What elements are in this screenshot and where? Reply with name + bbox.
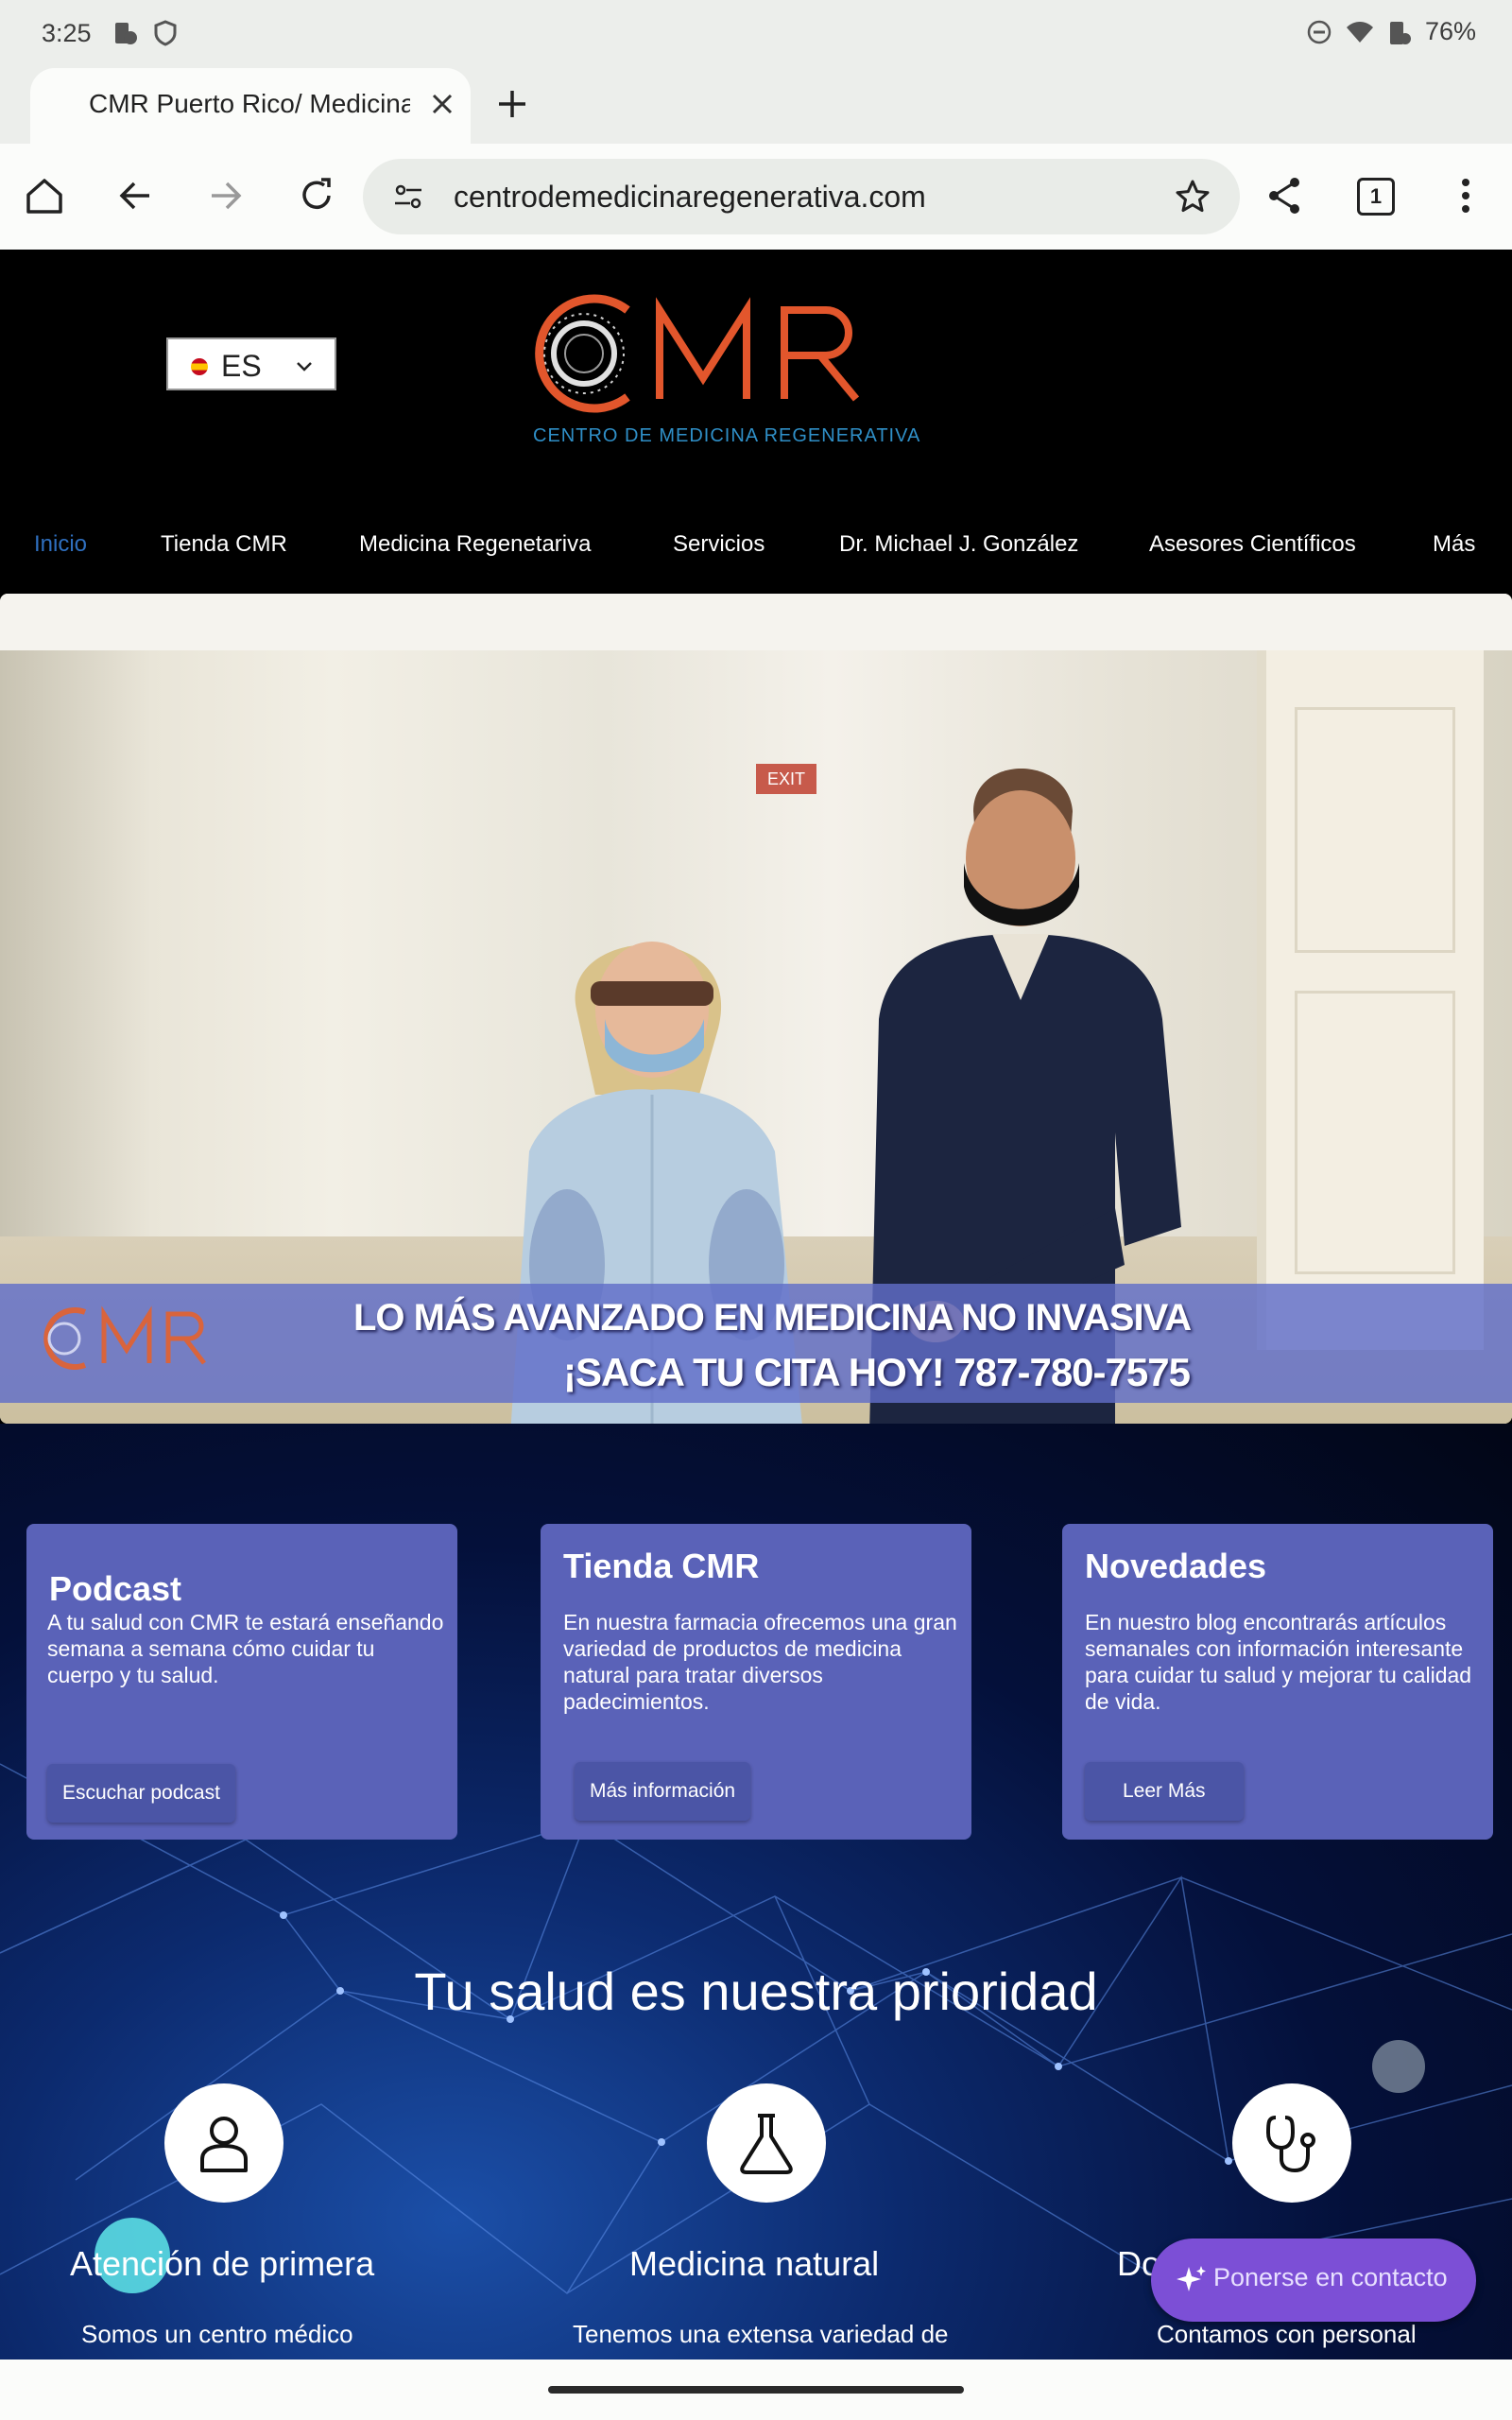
- new-tab-icon[interactable]: [493, 85, 531, 123]
- tab-title: CMR Puerto Rico/ Medicina: [89, 89, 410, 118]
- card-title: Podcast: [49, 1569, 182, 1608]
- banner-headline: LO MÁS AVANZADO EN MEDICINA NO INVASIVA: [353, 1297, 1192, 1339]
- battery-icon: [1389, 21, 1411, 44]
- services-section: Podcast A tu salud con CMR te estará ens…: [0, 1424, 1512, 2360]
- card-title: Novedades: [1085, 1547, 1267, 1585]
- exit-sign: EXIT: [756, 764, 816, 794]
- nav-inicio[interactable]: Inicio: [34, 531, 87, 558]
- more-menu-icon[interactable]: [1444, 174, 1487, 217]
- site-header: ES CENTRO DE MEDICINA REGENERATIVA Inici…: [0, 250, 1512, 594]
- section-headline: Tu salud es nuestra prioridad: [414, 1962, 1098, 2021]
- home-icon[interactable]: [23, 174, 66, 217]
- feature-description: Tenemos una extensa variedad de: [573, 2320, 949, 2348]
- feature-title: Atención de primera: [70, 2244, 375, 2283]
- listen-podcast-button[interactable]: Escuchar podcast: [47, 1764, 235, 1823]
- tab-switcher-button[interactable]: 1: [1357, 178, 1395, 216]
- contact-button[interactable]: Ponerse en contacto: [1151, 2238, 1476, 2322]
- card-description: En nuestra farmacia ofrecemos una gran v…: [563, 1610, 957, 1714]
- main-nav: Inicio Tienda CMR Medicina Regenetariva …: [0, 531, 1512, 569]
- sparkle-icon: [1177, 2266, 1206, 2291]
- feature-icon-circle: [164, 2083, 284, 2203]
- hero-door: [1257, 650, 1484, 1350]
- hero-video[interactable]: EXIT LO MÁS AVANZADO EN MEDICINA NO INVA…: [0, 594, 1512, 1424]
- card-tienda: Tienda CMR En nuestra farmacia ofrecemos…: [541, 1524, 971, 1840]
- address-bar[interactable]: centrodemedicinaregenerativa.com: [363, 159, 1240, 234]
- feature-description: Somos un centro médico: [81, 2320, 353, 2348]
- forward-icon[interactable]: [204, 174, 248, 217]
- spain-flag-icon: [191, 358, 208, 375]
- shield-icon: [154, 20, 177, 46]
- flask-icon: [740, 2114, 793, 2174]
- person-icon: [200, 2117, 248, 2172]
- feature-title: Medicina natural: [629, 2244, 880, 2283]
- feature-icon-circle: [1232, 2083, 1351, 2203]
- home-gesture-handle[interactable]: [548, 2386, 964, 2394]
- feature-icon-circle: [707, 2083, 826, 2203]
- site-logo[interactable]: CENTRO DE MEDICINA REGENERATIVA: [525, 287, 932, 446]
- status-bar: 3:25 76%: [0, 0, 1512, 68]
- nav-servicios[interactable]: Servicios: [673, 531, 765, 558]
- reload-icon[interactable]: [295, 174, 338, 217]
- read-more-button[interactable]: Leer Más: [1085, 1762, 1244, 1821]
- card-description: En nuestro blog encontrarás artículos se…: [1085, 1610, 1472, 1714]
- hero-ceiling: [0, 594, 1512, 650]
- share-icon[interactable]: [1263, 174, 1306, 217]
- nav-mas[interactable]: Más: [1433, 531, 1475, 558]
- logo-tagline: CENTRO DE MEDICINA REGENERATIVA: [533, 425, 921, 446]
- contact-button-label: Ponerse en contacto: [1213, 2263, 1448, 2291]
- back-icon[interactable]: [113, 174, 157, 217]
- site-settings-icon[interactable]: [391, 180, 425, 214]
- card-podcast: Podcast A tu salud con CMR te estará ens…: [26, 1524, 457, 1840]
- nav-tienda-cmr[interactable]: Tienda CMR: [161, 531, 287, 558]
- url-text[interactable]: centrodemedicinaregenerativa.com: [454, 180, 926, 215]
- banner-logo-icon: [43, 1305, 206, 1370]
- wifi-icon: [1346, 21, 1373, 43]
- cmr-logo-mark: [535, 294, 860, 413]
- chevron-down-icon: [297, 362, 312, 372]
- battery-percent: 76%: [1424, 17, 1476, 45]
- do-not-disturb-icon: [1307, 20, 1332, 43]
- card-novedades: Novedades En nuestro blog encontrarás ar…: [1062, 1524, 1493, 1840]
- language-selector[interactable]: ES: [166, 337, 336, 390]
- hero-banner: LO MÁS AVANZADO EN MEDICINA NO INVASIVA …: [0, 1284, 1512, 1403]
- status-time: 3:25: [42, 19, 92, 47]
- card-description: A tu salud con CMR te estará enseñando s…: [47, 1610, 444, 1687]
- language-code: ES: [221, 349, 262, 383]
- nav-dr-gonzalez[interactable]: Dr. Michael J. González: [839, 531, 1078, 558]
- tab-strip: CMR Puerto Rico/ Medicina: [0, 68, 1512, 144]
- nav-medicina-regenerativa[interactable]: Medicina Regenetariva: [359, 531, 591, 558]
- browser-toolbar: centrodemedicinaregenerativa.com: [0, 144, 1512, 250]
- browser-tab[interactable]: CMR Puerto Rico/ Medicina: [30, 68, 471, 144]
- close-tab-icon[interactable]: [425, 87, 459, 121]
- nav-asesores[interactable]: Asesores Científicos: [1149, 531, 1356, 558]
- card-title: Tienda CMR: [563, 1547, 760, 1585]
- bookmark-star-icon[interactable]: [1174, 178, 1211, 216]
- stethoscope-icon: [1265, 2116, 1315, 2173]
- gesture-bar: [0, 2360, 1512, 2420]
- more-info-button[interactable]: Más información: [575, 1762, 751, 1821]
- banner-cta-phone: ¡SACA TU CITA HOY! 787-780-7575: [563, 1350, 1191, 1394]
- notification-icon: [115, 23, 137, 44]
- feature-description: Contamos con personal: [1157, 2320, 1417, 2348]
